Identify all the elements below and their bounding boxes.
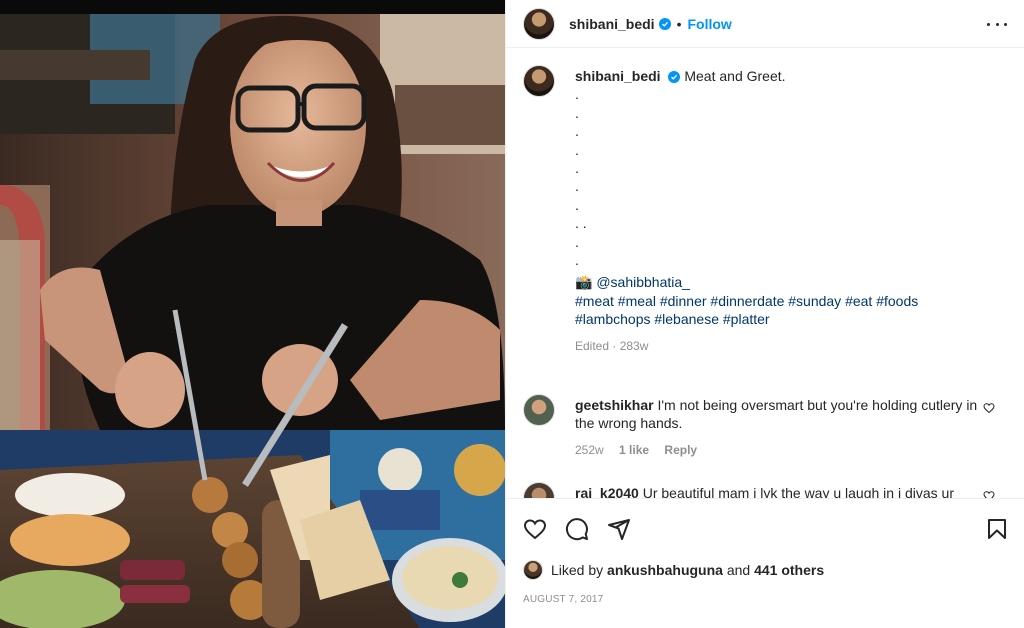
reply-button[interactable]: Reply <box>664 443 697 457</box>
comment-body: raj_k2040 Ur beautiful mam i lyk the way… <box>575 484 985 498</box>
comment-body: geetshikhar I'm not being oversmart but … <box>575 396 985 459</box>
caption-dot-line: . . <box>575 215 587 232</box>
comment-text: Ur beautiful mam i lyk the way u laugh i… <box>642 485 954 498</box>
caption-author-username[interactable]: shibani_bedi <box>575 68 661 84</box>
caption-body: shibani_bedi Meat and Greet. . . . . . .… <box>575 67 995 355</box>
hashtags[interactable]: #meat #meal #dinner #dinnerdate #sunday … <box>575 292 995 329</box>
caption-dot-line: . <box>575 252 579 269</box>
caption-author-avatar[interactable] <box>523 65 555 97</box>
liked-by-prefix: Liked by <box>551 562 604 578</box>
caption-dot-line: . <box>575 160 579 177</box>
camera-emoji: 📸 <box>575 274 593 291</box>
post-photo[interactable] <box>0 0 505 628</box>
share-icon[interactable] <box>607 517 631 541</box>
comment-age[interactable]: 252w <box>575 443 604 457</box>
verified-badge-icon <box>658 17 671 30</box>
edited-timestamp: Edited · 283w <box>575 338 649 353</box>
liked-by-conjunction: and <box>726 562 751 578</box>
post-details-panel: shibani_bedi • Follow shibani_bedi Meat … <box>505 0 1024 628</box>
liker-username[interactable]: ankushbahuguna <box>607 562 723 578</box>
like-comment-icon[interactable] <box>983 402 995 414</box>
commenter-avatar[interactable] <box>523 482 555 498</box>
more-options-icon[interactable] <box>987 16 1007 32</box>
author-avatar[interactable] <box>523 7 555 40</box>
post-header: shibani_bedi • Follow <box>506 0 1024 48</box>
comment-meta: 252w 1 like Reply <box>575 441 985 459</box>
commenter-avatar[interactable] <box>523 394 555 426</box>
caption-credit: 📸 @sahibbhatia_ <box>575 273 995 291</box>
commenter-username[interactable]: raj_k2040 <box>575 485 639 498</box>
follow-button[interactable]: Follow <box>687 16 731 32</box>
bookmark-icon[interactable] <box>985 517 1009 541</box>
likes-others-count[interactable]: 441 others <box>754 562 824 578</box>
caption-dot-line: . <box>575 104 579 121</box>
caption-dot-line: . <box>575 123 579 140</box>
author-username[interactable]: shibani_bedi <box>569 16 655 32</box>
mention-link[interactable]: @sahibbhatia_ <box>596 274 690 290</box>
post-date[interactable]: AUGUST 7, 2017 <box>523 594 603 605</box>
caption-dots: . . . . . . . . . . . <box>575 85 995 269</box>
liker-avatar[interactable] <box>523 560 543 580</box>
caption-dot-line: . <box>575 196 579 213</box>
commenter-username[interactable]: geetshikhar <box>575 397 654 413</box>
caption-text: Meat and Greet. <box>684 68 786 84</box>
post-photo-image <box>0 0 505 628</box>
comment-likes[interactable]: 1 like <box>619 443 649 457</box>
caption-dot-line: . <box>575 86 579 103</box>
comments-section[interactable]: shibani_bedi Meat and Greet. . . . . . .… <box>506 49 1024 498</box>
likes-summary: Liked by ankushbahuguna and 441 others <box>523 560 824 580</box>
post-action-bar <box>506 498 1024 550</box>
like-comment-icon[interactable] <box>983 490 995 498</box>
caption-dot-line: . <box>575 141 579 158</box>
heart-icon[interactable] <box>523 517 547 541</box>
verified-badge-icon <box>668 71 681 83</box>
separator-dot: • <box>676 15 682 32</box>
comment-icon[interactable] <box>565 517 589 541</box>
caption-dot-line: . <box>575 233 579 250</box>
caption-dot-line: . <box>575 178 579 195</box>
